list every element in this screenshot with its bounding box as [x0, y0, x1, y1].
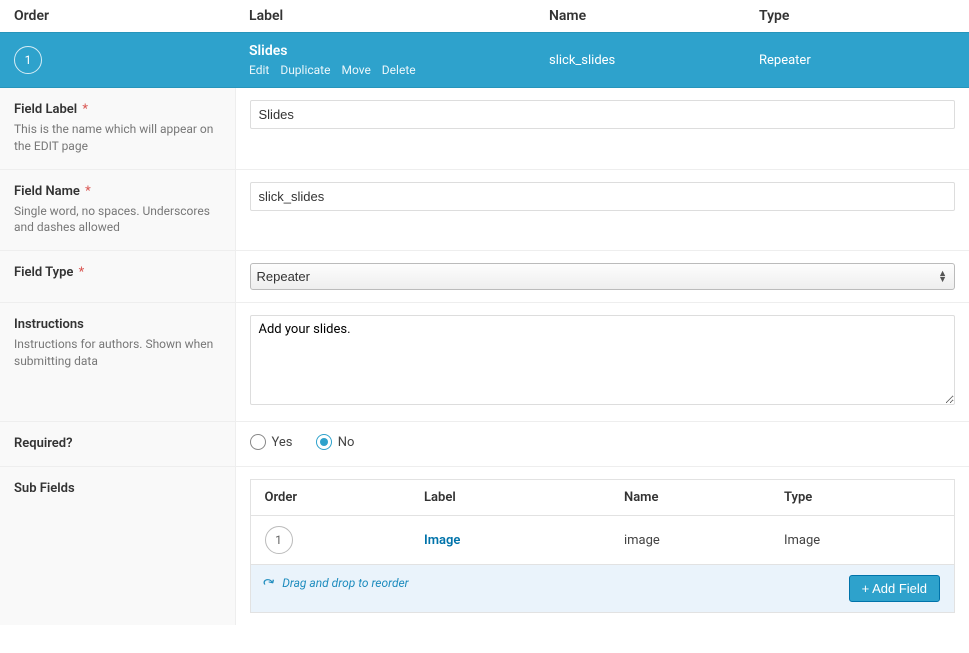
- setting-field-label-desc: This is the name which will appear on th…: [14, 121, 221, 155]
- sub-field-row[interactable]: 1 Image image Image: [250, 516, 955, 565]
- sub-header-name: Name: [610, 480, 770, 516]
- required-no-label: No: [338, 435, 355, 450]
- setting-required: Required? Yes No: [0, 422, 969, 467]
- row-type: Repeater: [745, 33, 969, 88]
- setting-field-name-desc: Single word, no spaces. Underscores and …: [14, 203, 221, 237]
- sub-field-name: image: [610, 516, 770, 565]
- setting-instructions-desc: Instructions for authors. Shown when sub…: [14, 336, 221, 370]
- reorder-hint-text: Drag and drop to reorder: [282, 576, 408, 590]
- required-radio-yes[interactable]: Yes: [250, 434, 293, 450]
- header-row: Order Label Name Type: [0, 0, 969, 33]
- sub-header-order: Order: [250, 480, 410, 516]
- sub-fields-header-row: Order Label Name Type: [250, 480, 955, 516]
- setting-field-label-title: Field Label: [14, 102, 77, 117]
- required-radio-group: Yes No: [250, 434, 956, 454]
- required-star-icon: *: [85, 184, 91, 199]
- add-field-button[interactable]: + Add Field: [849, 575, 940, 602]
- row-label-title: Slides: [249, 43, 521, 59]
- action-move[interactable]: Move: [341, 63, 370, 77]
- header-label: Label: [235, 0, 535, 33]
- field-row-slides[interactable]: 1 Slides Edit Duplicate Move Delete slic…: [0, 33, 969, 88]
- row-order-badge: 1: [14, 46, 42, 74]
- row-actions: Edit Duplicate Move Delete: [249, 63, 521, 77]
- required-radio-no[interactable]: No: [316, 434, 355, 450]
- sub-field-type: Image: [770, 516, 955, 565]
- sub-header-type: Type: [770, 480, 955, 516]
- setting-field-name-title: Field Name: [14, 184, 80, 199]
- reorder-hint: ↶ Drag and drop to reorder: [265, 575, 409, 591]
- action-duplicate[interactable]: Duplicate: [280, 63, 330, 77]
- field-name-input[interactable]: [250, 182, 956, 211]
- radio-icon: [250, 434, 266, 450]
- field-type-select-wrap: Repeater ▲▼: [250, 263, 956, 290]
- instructions-textarea[interactable]: Add your slides.: [250, 315, 956, 405]
- setting-field-label: Field Label * This is the name which wil…: [0, 88, 969, 170]
- setting-field-type: Field Type * Repeater ▲▼: [0, 251, 969, 303]
- setting-sub-fields-title: Sub Fields: [14, 481, 75, 496]
- setting-sub-fields: Sub Fields Order Label Name Type: [0, 467, 969, 626]
- sub-field-label-link[interactable]: Image: [424, 533, 460, 548]
- header-order: Order: [0, 0, 235, 33]
- sub-fields-table: Order Label Name Type 1 Image image Imag…: [250, 479, 956, 613]
- setting-required-title: Required?: [14, 436, 73, 451]
- field-type-select[interactable]: Repeater: [250, 263, 956, 290]
- row-name: slick_slides: [535, 33, 745, 88]
- required-yes-label: Yes: [272, 435, 293, 450]
- setting-instructions-title: Instructions: [14, 317, 84, 332]
- action-delete[interactable]: Delete: [382, 63, 416, 77]
- header-type: Type: [745, 0, 969, 33]
- required-star-icon: *: [82, 102, 88, 117]
- curve-arrow-icon: ↶: [262, 573, 279, 592]
- setting-instructions: Instructions Instructions for authors. S…: [0, 303, 969, 422]
- fields-table: Order Label Name Type 1 Slides Edit Dupl…: [0, 0, 969, 625]
- required-star-icon: *: [79, 265, 85, 280]
- sub-header-label: Label: [410, 480, 610, 516]
- header-name: Name: [535, 0, 745, 33]
- sub-fields-footer: ↶ Drag and drop to reorder + Add Field: [250, 565, 955, 613]
- setting-field-name: Field Name * Single word, no spaces. Und…: [0, 169, 969, 251]
- field-label-input[interactable]: [250, 100, 956, 129]
- sub-order-badge: 1: [265, 526, 293, 554]
- setting-field-type-title: Field Type: [14, 265, 73, 280]
- action-edit[interactable]: Edit: [249, 63, 269, 77]
- radio-icon: [316, 434, 332, 450]
